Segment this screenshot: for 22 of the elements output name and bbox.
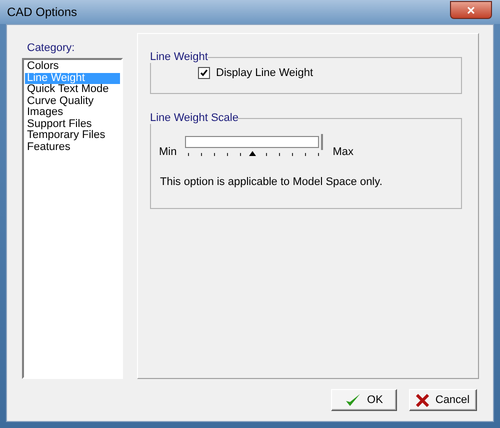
ok-button[interactable]: OK [331, 389, 397, 411]
category-item[interactable]: Curve Quality [25, 96, 120, 107]
pointer-icon [248, 151, 256, 156]
window-title: CAD Options [7, 5, 78, 19]
note-text: This option is applicable to Model Space only. [160, 176, 384, 188]
cross-icon [416, 394, 430, 406]
group-title: Line Weight Scale [150, 112, 238, 124]
category-item[interactable]: Quick Text Mode [25, 84, 120, 96]
category-item[interactable]: Support Files [25, 118, 120, 130]
slider-thumb[interactable] [318, 134, 323, 150]
category-item[interactable]: Features [25, 142, 120, 153]
check-icon [200, 69, 208, 77]
display-line-weight-checkbox[interactable]: Display Line Weight [198, 67, 461, 79]
group-title: Line Weight [150, 51, 208, 63]
category-label: Category: [27, 42, 76, 54]
category-item[interactable]: Temporary Files [25, 130, 120, 142]
max-label: Max [332, 146, 354, 158]
cancel-button[interactable]: Cancel [409, 389, 477, 411]
category-item[interactable]: Images [25, 107, 120, 118]
category-item[interactable]: Colors [25, 61, 120, 72]
min-label: Min [159, 146, 177, 158]
checkmark-icon [345, 393, 362, 407]
